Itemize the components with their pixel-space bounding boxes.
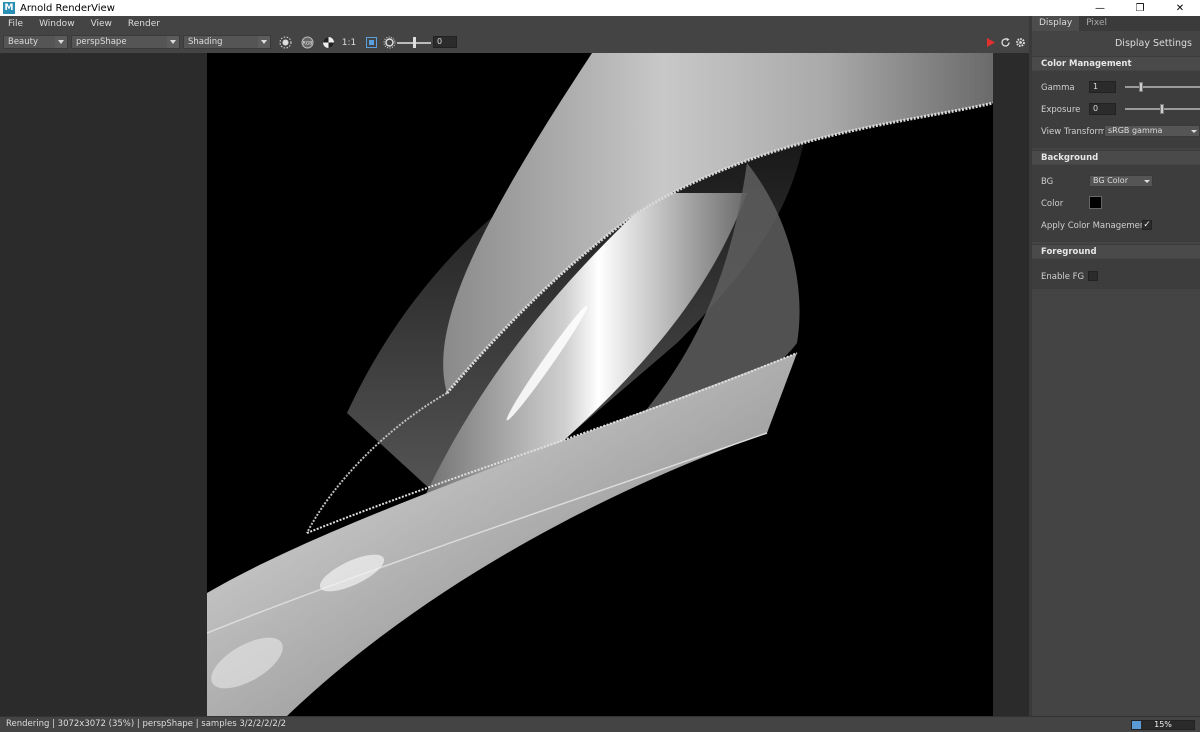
play-render-icon[interactable] xyxy=(984,36,997,49)
menu-view[interactable]: View xyxy=(83,19,120,29)
svg-text:RGB: RGB xyxy=(303,41,313,47)
section-color-management[interactable]: Color Management xyxy=(1032,56,1200,70)
check-icon: ✓ xyxy=(1143,220,1151,230)
render-progress: 15% xyxy=(1131,720,1195,730)
menu-bar: File Window View Render xyxy=(0,16,1030,32)
bg-dropdown[interactable]: BG Color xyxy=(1089,175,1153,187)
ratio-label: 1:1 xyxy=(341,37,357,48)
shading-value: Shading xyxy=(188,37,223,47)
app-icon: M xyxy=(3,2,15,14)
section-header-label: Foreground xyxy=(1041,247,1097,257)
camera-value: perspShape xyxy=(76,37,127,47)
section-header-label: Color Management xyxy=(1041,59,1132,69)
menu-window[interactable]: Window xyxy=(31,19,83,29)
view-transform-value: sRGB gamma xyxy=(1108,126,1163,135)
exposure-icon[interactable] xyxy=(383,36,396,49)
color-label: Color xyxy=(1041,199,1064,209)
gamma-slider-track[interactable] xyxy=(1125,86,1200,88)
sun-icon[interactable] xyxy=(279,36,292,49)
bg-color-swatch[interactable] xyxy=(1089,196,1102,209)
close-icon[interactable]: ✕ xyxy=(1160,0,1200,16)
bg-label: BG xyxy=(1041,177,1054,187)
menu-file[interactable]: File xyxy=(0,19,31,29)
aov-value: Beauty xyxy=(8,37,39,47)
toolbar: Beauty perspShape Shading RGB 1:1 0 xyxy=(0,32,1030,52)
gamma-slider-handle[interactable] xyxy=(1139,82,1143,92)
title-bar: M Arnold RenderView — ❐ ✕ xyxy=(0,0,1200,16)
display-settings-panel: Display Pixel Display Settings Color Man… xyxy=(1032,16,1200,716)
apply-cm-label: Apply Color Management xyxy=(1041,221,1149,231)
tab-pixel[interactable]: Pixel xyxy=(1079,16,1114,31)
panel-tabs: Display Pixel xyxy=(1032,16,1200,31)
apply-cm-checkbox[interactable]: ✓ xyxy=(1142,220,1152,230)
progress-label: 15% xyxy=(1154,720,1172,729)
status-bar: Rendering | 3072x3072 (35%) | perspShape… xyxy=(0,716,1200,732)
viewport-right-margin xyxy=(993,53,1029,716)
exposure-slider-handle[interactable] xyxy=(413,37,416,48)
frame-icon[interactable] xyxy=(365,36,378,49)
rgb-channel-icon[interactable]: RGB xyxy=(301,36,314,49)
menu-render[interactable]: Render xyxy=(120,19,168,29)
exposure-settings-value: 0 xyxy=(1093,104,1099,113)
viewport-left-margin xyxy=(0,53,207,716)
checker-icon[interactable] xyxy=(322,36,335,49)
chevron-down-icon xyxy=(258,36,270,48)
aov-dropdown[interactable]: Beauty xyxy=(3,35,68,49)
exposure-settings-slider-handle[interactable] xyxy=(1160,104,1164,114)
view-transform-label: View Transform xyxy=(1041,127,1107,137)
window-title: Arnold RenderView xyxy=(20,2,115,14)
chevron-down-icon xyxy=(1189,126,1199,136)
gamma-field-value: 1 xyxy=(1093,82,1099,91)
section-header-label: Background xyxy=(1041,153,1099,163)
exposure-settings-field[interactable]: 0 xyxy=(1089,103,1116,115)
gamma-label: Gamma xyxy=(1041,83,1075,93)
view-transform-dropdown[interactable]: sRGB gamma xyxy=(1104,125,1200,137)
tab-display[interactable]: Display xyxy=(1032,16,1080,31)
panel-title: Display Settings xyxy=(1114,38,1192,49)
refresh-icon[interactable] xyxy=(999,36,1012,49)
minimize-icon[interactable]: — xyxy=(1080,0,1120,16)
shading-dropdown[interactable]: Shading xyxy=(183,35,271,49)
bg-value: BG Color xyxy=(1093,176,1128,185)
chevron-down-icon xyxy=(167,36,179,48)
restore-icon[interactable]: ❐ xyxy=(1120,0,1160,16)
render-viewport[interactable] xyxy=(207,53,993,716)
camera-dropdown[interactable]: perspShape xyxy=(71,35,180,49)
status-text: Rendering | 3072x3072 (35%) | perspShape… xyxy=(6,719,287,729)
enable-fg-label: Enable FG xyxy=(1041,272,1085,282)
chevron-down-icon xyxy=(55,36,67,48)
gear-icon[interactable] xyxy=(1014,36,1027,49)
render-image xyxy=(207,53,993,716)
chevron-down-icon xyxy=(1142,176,1152,186)
exposure-field-value: 0 xyxy=(437,37,443,46)
exposure-field[interactable]: 0 xyxy=(433,36,457,48)
section-background[interactable]: Background xyxy=(1032,150,1200,164)
section-foreground[interactable]: Foreground xyxy=(1032,244,1200,258)
ratio-toggle[interactable]: 1:1 xyxy=(341,36,357,49)
exposure-label: Exposure xyxy=(1041,105,1081,115)
gamma-field[interactable]: 1 xyxy=(1089,81,1116,93)
enable-fg-checkbox[interactable] xyxy=(1088,271,1098,281)
